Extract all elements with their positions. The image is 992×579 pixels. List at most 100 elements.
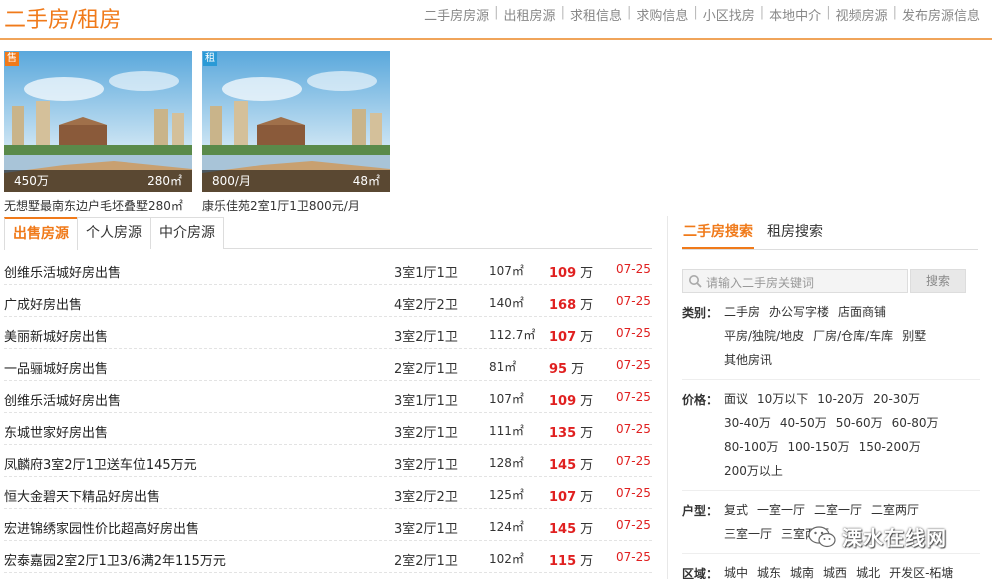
filter-option[interactable]: 面议 [724, 391, 748, 415]
featured-card[interactable]: 售 450万 280㎡ 无想墅最南东边户毛坯叠墅280㎡ [4, 51, 192, 214]
table-row[interactable]: 宏进锦绣家园性价比超高好房出售 3室2厅1卫 124㎡ 145 万 07-25 [4, 509, 652, 541]
featured-photo[interactable]: 租 800/月 48㎡ [202, 51, 390, 192]
filter-district: 区域： 城中 城东 城南 城西 城北 开发区-柘塘 [682, 565, 980, 579]
table-row[interactable]: 宏泰嘉园2室2厅1卫3/6满2年115万元 2室2厅1卫 102㎡ 115 万 0… [4, 541, 652, 573]
filter-option[interactable]: 20-30万 [873, 391, 920, 415]
nav-link-community[interactable]: 小区找房 [703, 5, 755, 24]
price-value: 145 [549, 522, 577, 537]
rent-tag: 租 [203, 52, 217, 66]
listing-date: 07-25 [616, 454, 651, 468]
listing-layout: 3室2厅1卫 [394, 522, 458, 537]
top-nav: 二手房房源 | 出租房源 | 求租信息 | 求购信息 | 小区找房 | 本地中介 | 视频房… [424, 5, 980, 24]
listing-area: 124㎡ [489, 520, 524, 534]
listing-title[interactable]: 创维乐活城好房出售 [4, 262, 121, 281]
featured-photo[interactable]: 售 450万 280㎡ [4, 51, 192, 192]
filter-option[interactable]: 50-60万 [836, 415, 883, 439]
search-button[interactable]: 搜索 [910, 269, 966, 293]
nav-link-publish[interactable]: 发布房源信息 [902, 5, 980, 24]
listing-title[interactable]: 创维乐活城好房出售 [4, 390, 121, 409]
tab-rent-search[interactable]: 租房搜索 [766, 216, 824, 249]
filter-option[interactable]: 其他房讯 [724, 352, 772, 376]
listing-title[interactable]: 美丽新城好房出售 [4, 326, 108, 345]
listing-title[interactable]: 凤麟府3室2厅1卫送车位145万元 [4, 454, 197, 473]
filter-options: 二手房 办公写字楼 店面商铺 平房/独院/地皮 厂房/仓库/车库 别墅 其他房讯 [724, 304, 980, 376]
search-icon [689, 275, 702, 288]
price-value: 168 [549, 298, 577, 313]
filter-option[interactable]: 一室一厅 [757, 502, 805, 526]
search-tabs: 二手房搜索 租房搜索 [682, 216, 978, 250]
filter-option[interactable]: 80-100万 [724, 439, 779, 463]
listing-date: 07-25 [616, 518, 651, 532]
filter-label: 价格： [682, 393, 719, 407]
filter-option[interactable]: 10-20万 [817, 391, 864, 415]
filter-option[interactable]: 60-80万 [892, 415, 939, 439]
featured-caption[interactable]: 无想墅最南东边户毛坯叠墅280㎡ [4, 197, 192, 214]
filter-option[interactable]: 复式 [724, 502, 748, 526]
filter-option[interactable]: 100-150万 [788, 439, 850, 463]
filter-option[interactable]: 三室一厅 [724, 526, 772, 550]
table-row[interactable]: 凤麟府3室2厅1卫送车位145万元 3室2厅1卫 128㎡ 145 万 07-25 [4, 445, 652, 477]
filter-option[interactable]: 城东 [757, 565, 781, 579]
filter-category: 类别： 二手房 办公写字楼 店面商铺 平房/独院/地皮 厂房/仓库/车库 别墅 … [682, 304, 980, 380]
filter-option[interactable]: 200万以上 [724, 463, 783, 487]
filter-option[interactable]: 开发区-柘塘 [889, 565, 953, 579]
filter-option[interactable]: 城北 [856, 565, 880, 579]
filter-option[interactable]: 厂房/仓库/车库 [813, 328, 893, 352]
tab-secondhand-search[interactable]: 二手房搜索 [682, 216, 754, 249]
featured-card[interactable]: 租 800/月 48㎡ 康乐佳苑2室1厅1卫800元/月 [202, 51, 390, 214]
listing-title[interactable]: 宏进锦绣家园性价比超高好房出售 [4, 518, 199, 537]
filter-option[interactable]: 150-200万 [859, 439, 921, 463]
filter-option[interactable]: 城西 [823, 565, 847, 579]
listing-title[interactable]: 宏泰嘉园2室2厅1卫3/6满2年115万元 [4, 550, 226, 569]
nav-link-want-buy[interactable]: 求购信息 [636, 5, 688, 24]
nav-link-secondhand[interactable]: 二手房房源 [424, 5, 489, 24]
search-input[interactable]: 请输入二手房关键词 [682, 269, 908, 293]
listing-area: 112.7㎡ [489, 328, 536, 342]
featured-caption[interactable]: 康乐佳苑2室1厅1卫800元/月 [202, 197, 390, 214]
table-row[interactable]: 创维乐活城好房出售 3室1厅1卫 107㎡ 109 万 07-25 [4, 381, 652, 413]
sale-tag: 售 [5, 52, 19, 66]
watermark-text: 溧水在线网 [842, 526, 947, 550]
table-row[interactable]: 恒大金碧天下精品好房出售 3室2厅2卫 125㎡ 107 万 07-25 [4, 477, 652, 509]
price-value: 115 [549, 554, 577, 569]
filter-option[interactable]: 40-50万 [780, 415, 827, 439]
filter-option[interactable]: 店面商铺 [838, 304, 886, 328]
filter-option[interactable]: 二手房 [724, 304, 760, 328]
table-row[interactable]: 美丽新城好房出售 3室2厅1卫 112.7㎡ 107 万 07-25 [4, 317, 652, 349]
nav-link-video[interactable]: 视频房源 [836, 5, 888, 24]
filter-option[interactable]: 城南 [790, 565, 814, 579]
listing-layout: 3室2厅1卫 [394, 330, 458, 345]
nav-link-agents[interactable]: 本地中介 [769, 5, 821, 24]
filter-option[interactable]: 30-40万 [724, 415, 771, 439]
listing-title[interactable]: 恒大金碧天下精品好房出售 [4, 486, 160, 505]
table-row[interactable]: 东城世家好房出售 3室2厅1卫 111㎡ 135 万 07-25 [4, 413, 652, 445]
filter-price: 价格： 面议 10万以下 10-20万 20-30万 30-40万 40-50万… [682, 391, 980, 491]
price-value: 145 [549, 458, 577, 473]
filter-label: 区域： [682, 567, 719, 579]
listing-title[interactable]: 东城世家好房出售 [4, 422, 108, 441]
listing-price: 107 万 [549, 330, 594, 345]
listing-title[interactable]: 一品骊城好房出售 [4, 358, 108, 377]
listing-area: 125㎡ [489, 488, 524, 502]
tab-agency[interactable]: 中介房源 [150, 217, 224, 249]
nav-link-want-rent[interactable]: 求租信息 [570, 5, 622, 24]
tab-for-sale[interactable]: 出售房源 [4, 217, 78, 250]
page-header: 二手房/租房 二手房房源 | 出租房源 | 求租信息 | 求购信息 | 小区找房 | 本地… [0, 0, 992, 40]
listing-date: 07-25 [616, 550, 651, 564]
listing-price: 95 万 [549, 362, 585, 377]
listing-date: 07-25 [616, 358, 651, 372]
listing-area: 140㎡ [489, 296, 524, 310]
listing-date: 07-25 [616, 422, 651, 436]
table-row[interactable]: 广成好房出售 4室2厅2卫 140㎡ 168 万 07-25 [4, 285, 652, 317]
filter-option[interactable]: 别墅 [902, 328, 926, 352]
nav-link-rent-listings[interactable]: 出租房源 [504, 5, 556, 24]
listing-title[interactable]: 广成好房出售 [4, 294, 82, 313]
filter-option[interactable]: 城中 [724, 565, 748, 579]
filter-option[interactable]: 平房/独院/地皮 [724, 328, 804, 352]
filter-option[interactable]: 10万以下 [757, 391, 808, 415]
table-row[interactable]: 一品骊城好房出售 2室2厅1卫 81㎡ 95 万 07-25 [4, 349, 652, 381]
filter-option[interactable]: 办公写字楼 [769, 304, 829, 328]
table-row[interactable]: 创维乐活城好房出售 3室1厅1卫 107㎡ 109 万 07-25 [4, 253, 652, 285]
tab-personal[interactable]: 个人房源 [77, 217, 151, 249]
page-title: 二手房/租房 [4, 8, 122, 33]
